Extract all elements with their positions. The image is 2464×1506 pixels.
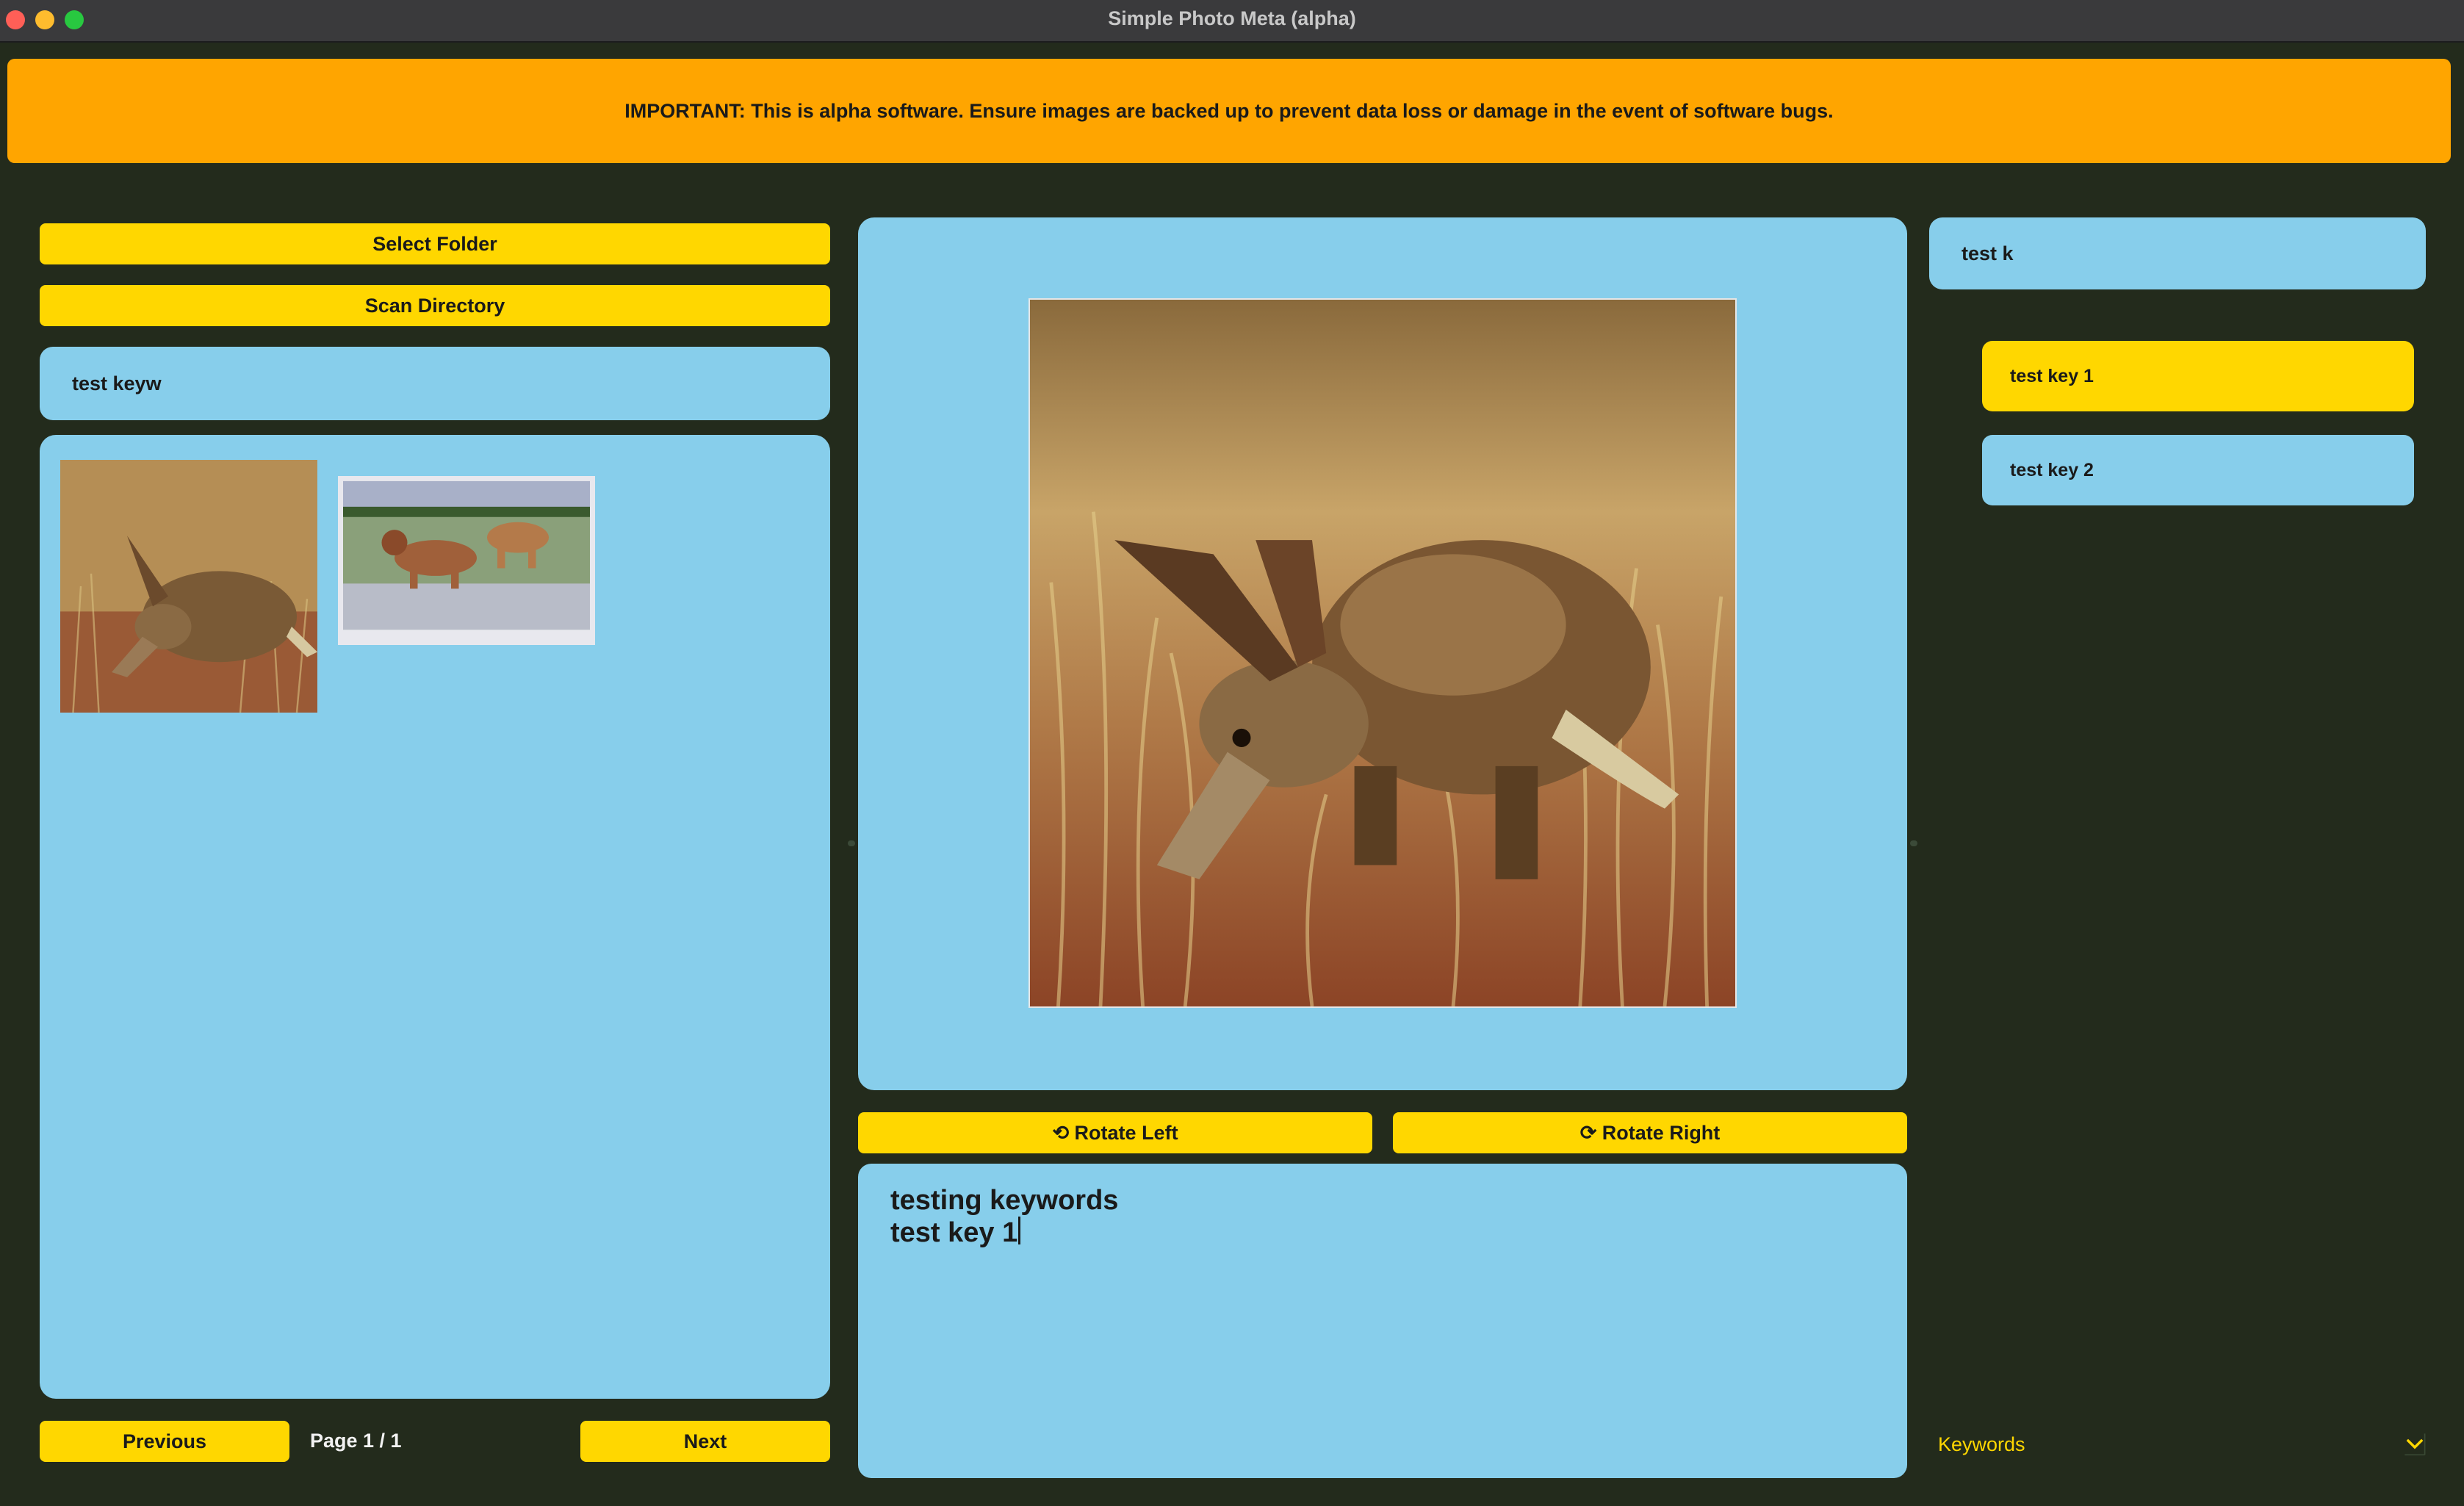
- keywords-dropdown-label: Keywords: [1938, 1433, 2025, 1455]
- image-preview: [1029, 298, 1737, 1008]
- keyword-editor-textarea[interactable]: testing keywords test key 1: [858, 1164, 1907, 1478]
- keyword-suggestion-item[interactable]: test key 2: [1982, 435, 2414, 505]
- image-search-input[interactable]: test keyw: [40, 347, 830, 420]
- page-indicator: Page 1 / 1: [310, 1430, 402, 1452]
- keyword-search-value: test k: [1962, 242, 2014, 264]
- aardvark-preview-image: [1030, 300, 1735, 1006]
- aardvark-thumbnail-image: [60, 460, 317, 713]
- window-titlebar: Simple Photo Meta (alpha): [0, 0, 2464, 43]
- rotate-right-button[interactable]: ⟳ Rotate Right: [1393, 1112, 1907, 1153]
- select-folder-button[interactable]: Select Folder: [40, 223, 830, 264]
- keyword-suggestion-label: test key 2: [2010, 459, 2094, 480]
- dogs-thumbnail-image: [338, 476, 595, 645]
- alpha-warning-text: IMPORTANT: This is alpha software. Ensur…: [624, 99, 1834, 122]
- image-search-value: test keyw: [72, 372, 162, 394]
- keyword-search-input[interactable]: test k: [1929, 217, 2426, 289]
- scan-directory-button[interactable]: Scan Directory: [40, 285, 830, 326]
- window-title: Simple Photo Meta (alpha): [1108, 7, 1356, 29]
- thumbnail-dogs[interactable]: [338, 476, 595, 645]
- chevron-down-icon[interactable]: [2402, 1431, 2427, 1456]
- keyword-editor-line: testing keywords: [890, 1185, 1119, 1216]
- text-caret: [1018, 1217, 1021, 1244]
- thumbnail-aardvark[interactable]: [60, 460, 317, 713]
- right-splitter-handle[interactable]: [1910, 840, 1917, 846]
- rotate-left-button[interactable]: ⟲ Rotate Left: [858, 1112, 1372, 1153]
- keyword-suggestion-item[interactable]: test key 1: [1982, 341, 2414, 411]
- keyword-suggestion-label: test key 1: [2010, 365, 2094, 386]
- next-page-button[interactable]: Next: [580, 1421, 830, 1462]
- previous-page-button[interactable]: Previous: [40, 1421, 289, 1462]
- keywords-dropdown[interactable]: Keywords: [1938, 1425, 2423, 1463]
- keyword-editor-line: test key 1: [890, 1217, 1875, 1249]
- alpha-warning-banner: IMPORTANT: This is alpha software. Ensur…: [7, 59, 2451, 163]
- left-splitter-handle[interactable]: [848, 840, 855, 846]
